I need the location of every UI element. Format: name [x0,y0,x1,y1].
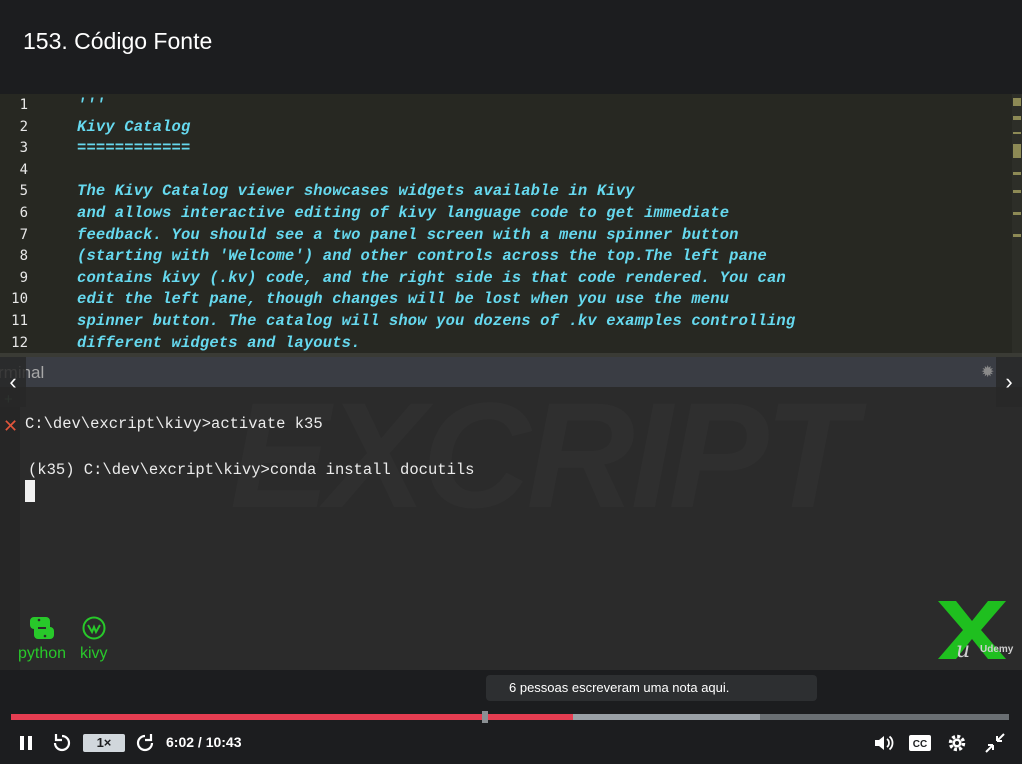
captions-button[interactable]: CC [908,733,932,753]
code-line: ============ [77,139,191,158]
python-icon [30,617,55,639]
code-line: contains kivy (.kv) code, and the right … [77,268,786,287]
code-line: ''' [77,96,106,114]
previous-lecture-button[interactable]: ‹ [0,357,26,407]
volume-button[interactable] [873,733,895,753]
forward-button[interactable] [135,733,155,753]
minimap-mark [1013,98,1021,106]
line-number: 1 [19,97,28,113]
playback-speed-button[interactable]: 1× [83,734,125,752]
exit-fullscreen-button[interactable] [984,733,1006,753]
line-number: 4 [19,161,28,178]
line-number: 12 [11,334,28,351]
terminal-line: (k35) C:\dev\excript\kivy>conda install … [28,461,475,479]
code-line: Kivy Catalog [77,117,191,136]
terminal-header [0,357,1022,387]
minimap-mark [1013,172,1021,175]
terminal-line: C:\dev\excript\kivy>activate k35 [25,415,323,433]
captions-icon: CC [909,735,931,751]
volume-icon [875,735,894,751]
python-logo-label: python [18,645,67,662]
rewind-button[interactable] [52,733,72,753]
line-number: 5 [19,183,28,200]
line-number: 9 [19,269,28,286]
svg-text:CC: CC [913,739,927,750]
svg-text:u: u [956,638,970,661]
pause-icon [20,736,32,750]
code-line: and allows interactive editing of kivy l… [77,204,730,222]
lecture-header: 153. Código Fonte [0,0,1022,94]
watermark: EXCRIPT [230,369,852,542]
kivy-logo-label: kivy [80,645,108,662]
gear-icon [948,734,966,752]
line-number: 11 [11,313,28,329]
line-number: 10 [11,291,28,308]
rewind-icon [53,734,71,752]
code-line: different widgets and layouts. [77,333,361,352]
lecture-title: 153. Código Fonte [23,28,213,54]
terminal-cursor [25,480,35,502]
minimap-mark [1013,190,1021,193]
python-logo: python [18,616,66,663]
chevron-left-icon: ‹ [9,369,17,394]
editor-minimap [1012,94,1022,354]
minimap-mark [1013,132,1021,134]
minimap-mark [1013,144,1021,158]
gear-icon[interactable]: ✹ [981,362,994,382]
minimap-mark [1013,212,1021,215]
note-marker[interactable] [482,711,489,723]
progress-bar[interactable] [11,711,1009,723]
code-line: feedback. You should see a two panel scr… [77,225,739,244]
line-number: 7 [19,226,28,243]
chevron-right-icon: › [1005,369,1013,394]
udemy-label: Udemy [980,644,1014,655]
exit-fullscreen-icon [985,733,1005,753]
code-line: spinner button. The catalog will show yo… [77,312,796,330]
forward-icon [136,734,154,752]
code-line: The Kivy Catalog viewer showcases widget… [77,182,635,201]
progress-played [11,714,573,720]
video-frame[interactable]: 1 ''' 2 Kivy Catalog 3 ============ 4 5 The Kivy… [0,94,1022,670]
minimap-mark [1013,116,1021,120]
kivy-logo: kivy [80,616,108,663]
code-line: edit the left pane, though changes will … [77,290,730,309]
pause-button[interactable] [18,733,34,753]
line-number: 8 [19,248,28,265]
settings-button[interactable] [946,733,968,753]
line-number: 2 [19,118,28,135]
code-line: (starting with 'Welcome') and other cont… [77,247,767,266]
next-lecture-button[interactable]: › [996,357,1022,407]
code-editor: 1 ''' 2 Kivy Catalog 3 ============ 4 5 The Kivy… [0,94,1022,354]
line-number: 3 [19,140,28,157]
channel-logo: u Udemy [930,599,1018,666]
kivy-icon [82,616,106,640]
video-player-page: 153. Código Fonte 1 ''' 2 Kivy Catalog 3 ====… [0,0,1022,764]
minimap-mark [1013,234,1021,237]
close-icon[interactable]: ✕ [3,416,18,437]
notes-tooltip[interactable]: 6 pessoas escreveram uma nota aqui. [486,675,817,701]
time-display: 6:02 / 10:43 [166,734,242,750]
line-number: 6 [19,205,28,221]
